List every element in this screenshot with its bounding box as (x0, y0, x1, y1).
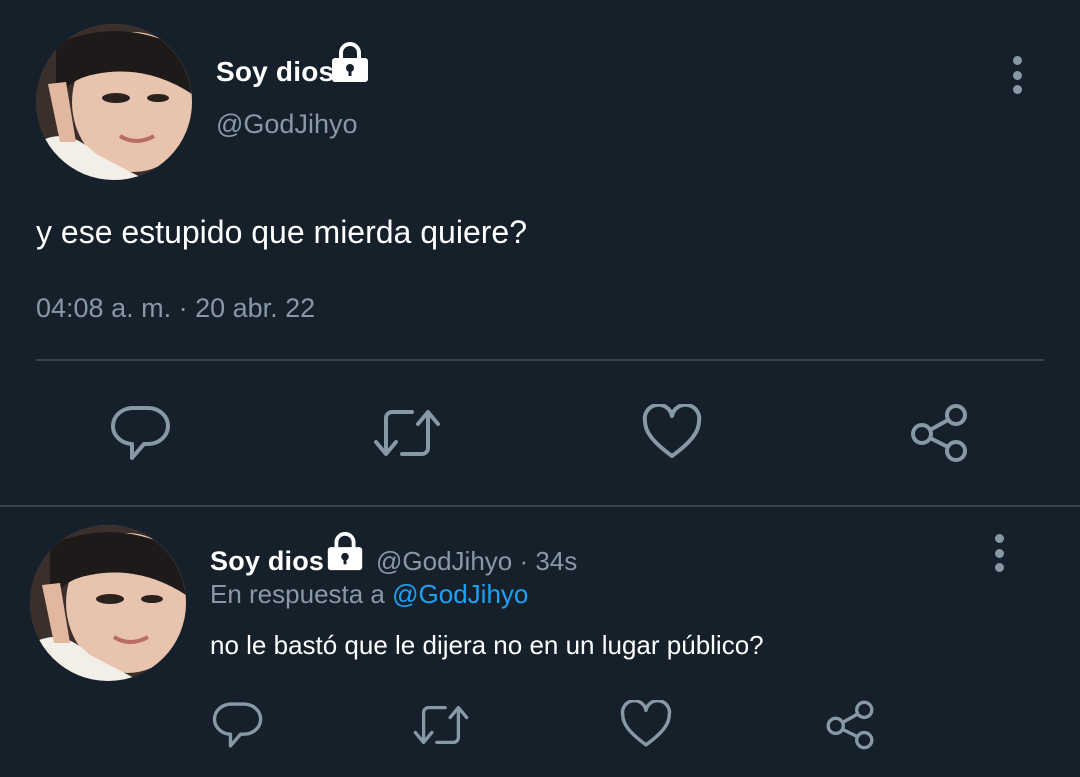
reply-to-link[interactable]: @GodJihyo (392, 579, 528, 609)
reply-avatar-image (30, 525, 186, 681)
retweet-icon (413, 705, 469, 745)
reply-context: En respuesta a @GodJihyo (210, 579, 528, 609)
heart-icon (642, 404, 702, 458)
retweet-icon (374, 410, 440, 456)
display-name[interactable]: Soy dios (216, 56, 334, 88)
reply-button[interactable] (110, 404, 172, 462)
reply-retweet-button[interactable] (412, 700, 470, 750)
tweet-text: y ese estupido que mierda quiere? (36, 214, 527, 250)
reply-share-button[interactable] (824, 700, 876, 750)
reply-like-button[interactable] (620, 700, 672, 750)
reply-reply-button[interactable] (212, 700, 264, 750)
share-icon (826, 700, 874, 750)
divider (36, 359, 1044, 361)
more-vertical-icon[interactable] (1012, 56, 1022, 94)
section-divider (0, 505, 1080, 507)
handle[interactable]: @GodJihyo (216, 108, 357, 140)
avatar-image (36, 24, 192, 180)
reply-icon (110, 405, 170, 460)
share-button[interactable] (908, 404, 970, 462)
reply-tweet-text: no le bastó que le dijera no en un lugar… (210, 630, 764, 660)
share-icon (911, 404, 967, 462)
reply-display-name[interactable]: Soy dios (210, 545, 324, 577)
reply-icon (212, 702, 263, 748)
reply-lock-icon (324, 530, 366, 572)
retweet-button[interactable] (372, 404, 442, 462)
reply-prefix: En respuesta a (210, 579, 385, 609)
lock-icon (328, 40, 372, 84)
timestamp[interactable]: 04:08 a. m. · 20 abr. 22 (36, 292, 315, 324)
reply-avatar[interactable] (30, 525, 186, 681)
reply-handle-time[interactable]: @GodJihyo · 34s (376, 546, 577, 576)
like-button[interactable] (642, 404, 702, 462)
reply-more-vertical-icon[interactable] (994, 534, 1004, 572)
heart-icon (620, 700, 672, 747)
avatar[interactable] (36, 24, 192, 180)
